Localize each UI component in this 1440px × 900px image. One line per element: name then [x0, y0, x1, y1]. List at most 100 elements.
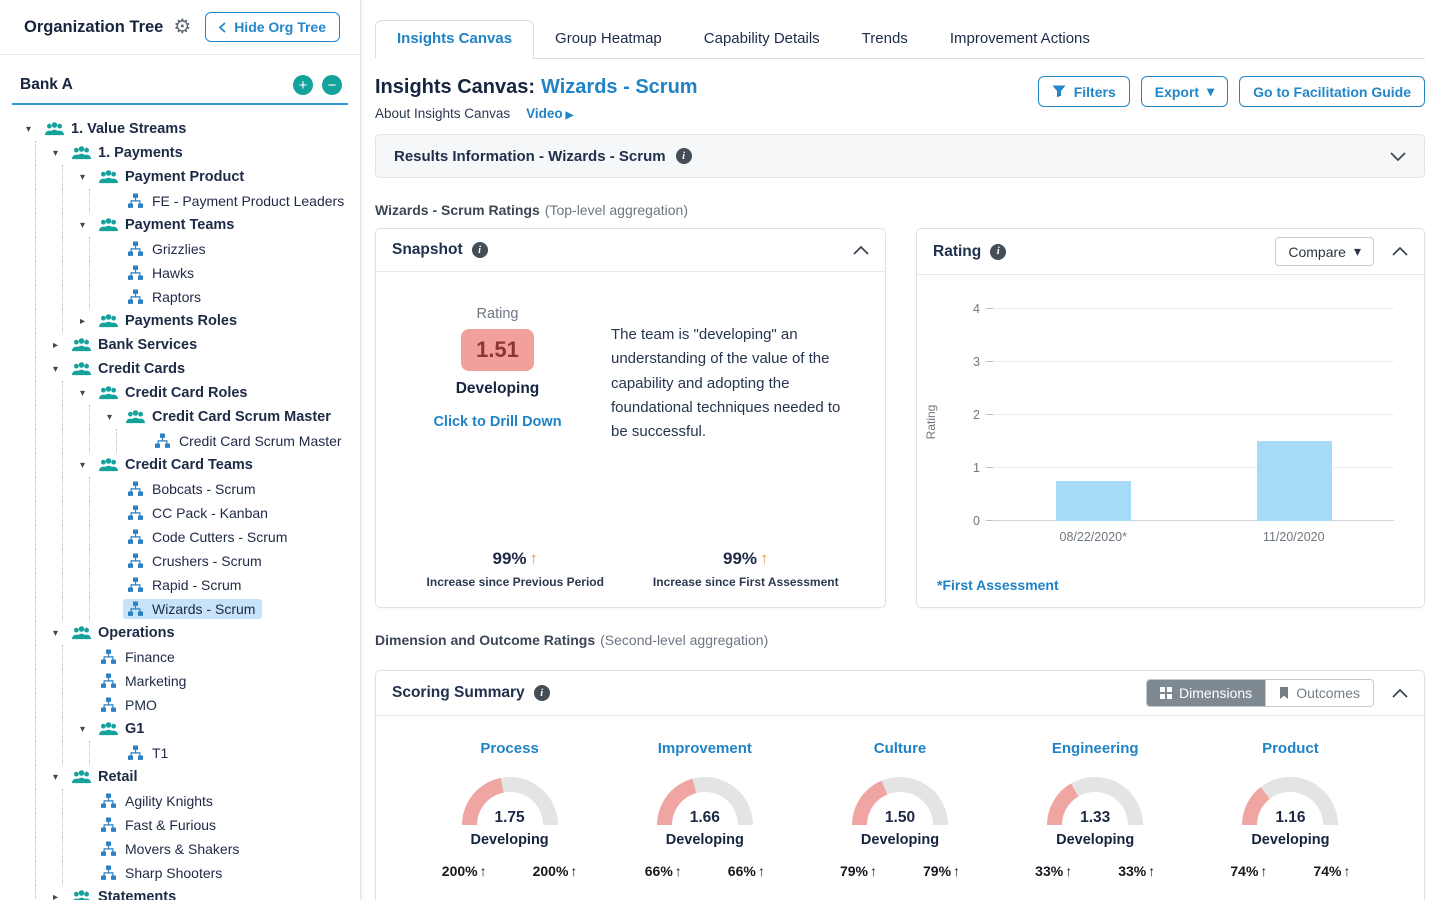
rating-card-title: Rating — [933, 243, 981, 261]
tree-item[interactable]: ▾Retail — [26, 765, 360, 789]
tab-trends[interactable]: Trends — [841, 21, 929, 58]
tree-item[interactable]: ▾G1 — [26, 717, 360, 741]
tree-item[interactable]: ▾Operations — [26, 621, 360, 645]
group-icon — [72, 625, 91, 641]
tree-item[interactable]: Fast & Furious — [26, 813, 360, 837]
tree-item[interactable]: ▾Payment Product — [26, 165, 360, 189]
tree-caret-icon[interactable]: ▾ — [26, 124, 42, 135]
tree-item[interactable]: ▾Credit Cards — [26, 357, 360, 381]
tab-improvement-actions[interactable]: Improvement Actions — [929, 21, 1111, 58]
tree-item[interactable]: Movers & Shakers — [26, 837, 360, 861]
tree-item-label: Raptors — [152, 289, 201, 305]
video-link[interactable]: Video▶ — [526, 106, 573, 121]
info-icon[interactable]: i — [534, 685, 550, 701]
gear-icon[interactable]: ⚙ — [173, 17, 191, 37]
tree-item[interactable]: Marketing — [26, 669, 360, 693]
tree-item[interactable]: ▾Credit Card Scrum Master — [26, 405, 360, 429]
info-icon[interactable]: i — [676, 148, 692, 164]
info-icon[interactable]: i — [990, 244, 1006, 260]
team-icon — [126, 193, 145, 209]
tree-item[interactable]: PMO — [26, 693, 360, 717]
group-icon — [72, 145, 91, 161]
chevron-up-icon[interactable] — [853, 246, 869, 255]
filters-button[interactable]: Filters — [1038, 76, 1130, 107]
gauge-chart: 1.66 — [657, 777, 753, 825]
info-icon[interactable]: i — [472, 242, 488, 258]
tree-item[interactable]: FE - Payment Product Leaders — [26, 189, 360, 213]
tree-caret-icon[interactable]: ▾ — [80, 172, 96, 183]
gauge-title[interactable]: Process — [412, 740, 607, 757]
tree-item-label: Marketing — [125, 673, 186, 689]
tree-item[interactable]: T1 — [26, 741, 360, 765]
tree-caret-icon[interactable]: ▾ — [80, 388, 96, 399]
gauge-title[interactable]: Improvement — [607, 740, 802, 757]
tree-item[interactable]: Raptors — [26, 285, 360, 309]
tree-item[interactable]: Agility Knights — [26, 789, 360, 813]
export-button[interactable]: Export▾ — [1141, 76, 1228, 107]
about-link[interactable]: About Insights Canvas — [375, 106, 510, 121]
collapse-all-button[interactable]: − — [322, 75, 342, 95]
chevron-up-icon[interactable] — [1392, 689, 1408, 698]
tree-item[interactable]: ▾1. Value Streams — [26, 117, 360, 141]
tree-item[interactable]: CC Pack - Kanban — [26, 501, 360, 525]
facilitation-guide-button[interactable]: Go to Facilitation Guide — [1239, 76, 1425, 107]
hide-org-tree-button[interactable]: Hide Org Tree — [205, 12, 340, 42]
compare-button[interactable]: Compare▾ — [1275, 237, 1374, 266]
gauge-title[interactable]: Engineering — [998, 740, 1193, 757]
tree-item[interactable]: ▾Credit Card Roles — [26, 381, 360, 405]
gauge-level: Developing — [1193, 832, 1388, 848]
up-arrow-icon: ↑ — [530, 549, 539, 568]
tree-item-label: Bobcats - Scrum — [152, 481, 255, 497]
tree-caret-icon[interactable]: ▸ — [53, 340, 69, 351]
tree-caret-icon[interactable]: ▾ — [53, 772, 69, 783]
tree-item[interactable]: ▾Payment Teams — [26, 213, 360, 237]
tree-item[interactable]: ▸Payments Roles — [26, 309, 360, 333]
expand-all-button[interactable]: + — [293, 75, 313, 95]
gauge-title[interactable]: Culture — [802, 740, 997, 757]
tab-insights-canvas[interactable]: Insights Canvas — [375, 20, 534, 59]
tree-item[interactable]: ▸Statements — [26, 885, 360, 900]
tree-caret-icon[interactable]: ▾ — [53, 148, 69, 159]
play-icon: ▶ — [566, 110, 574, 121]
tree-item[interactable]: Code Cutters - Scrum — [26, 525, 360, 549]
tree-caret-icon[interactable]: ▾ — [107, 412, 123, 423]
tree-caret-icon[interactable]: ▸ — [80, 316, 96, 327]
tree-item[interactable]: Wizards - Scrum — [26, 597, 360, 621]
tab-group-heatmap[interactable]: Group Heatmap — [534, 21, 683, 58]
tree-caret-icon[interactable]: ▾ — [80, 220, 96, 231]
up-arrow-icon: ↑ — [1343, 863, 1350, 879]
tree-item[interactable]: Rapid - Scrum — [26, 573, 360, 597]
grid-icon — [1160, 687, 1172, 699]
stat-value: 99% — [492, 549, 526, 568]
tree-caret-icon[interactable]: ▾ — [53, 628, 69, 639]
tree-item[interactable]: Crushers - Scrum — [26, 549, 360, 573]
tree-item[interactable]: ▸Bank Services — [26, 333, 360, 357]
team-icon — [126, 481, 145, 497]
chevron-up-icon[interactable] — [1392, 247, 1408, 256]
tree-item[interactable]: Grizzlies — [26, 237, 360, 261]
results-information-bar[interactable]: Results Information - Wizards - Scrum i — [375, 134, 1425, 178]
chevron-down-icon[interactable] — [1390, 152, 1406, 161]
gauge-stat-left: 79% — [840, 863, 868, 879]
org-root-label: Bank A — [20, 76, 284, 94]
tab-capability-details[interactable]: Capability Details — [683, 21, 841, 58]
tree-item[interactable]: Credit Card Scrum Master — [26, 429, 360, 453]
tree-item[interactable]: Finance — [26, 645, 360, 669]
tree-item[interactable]: ▾1. Payments — [26, 141, 360, 165]
tree-item-label: Credit Card Teams — [125, 457, 253, 473]
tree-caret-icon[interactable]: ▾ — [53, 364, 69, 375]
outcomes-toggle-button[interactable]: Outcomes — [1265, 680, 1373, 706]
tree-item[interactable]: Hawks — [26, 261, 360, 285]
tree-caret-icon[interactable]: ▾ — [80, 724, 96, 735]
drill-down-link[interactable]: Click to Drill Down — [433, 414, 561, 430]
tree-item[interactable]: ▾ Credit Card Teams — [26, 453, 360, 477]
gauge-title[interactable]: Product — [1193, 740, 1388, 757]
tree-item[interactable]: Bobcats - Scrum — [26, 477, 360, 501]
org-tree: ▾1. Value Streams▾1. Payments▾Payment Pr… — [0, 109, 360, 900]
tree-caret-icon[interactable]: ▸ — [53, 892, 69, 900]
snapshot-stat: 99%↑ Increase since Previous Period — [400, 549, 631, 589]
dimensions-toggle-button[interactable]: Dimensions — [1147, 680, 1265, 706]
tree-item[interactable]: Sharp Shooters — [26, 861, 360, 885]
tree-caret-icon[interactable]: ▾ — [80, 460, 96, 471]
tab-bar: Insights CanvasGroup HeatmapCapability D… — [375, 20, 1425, 59]
